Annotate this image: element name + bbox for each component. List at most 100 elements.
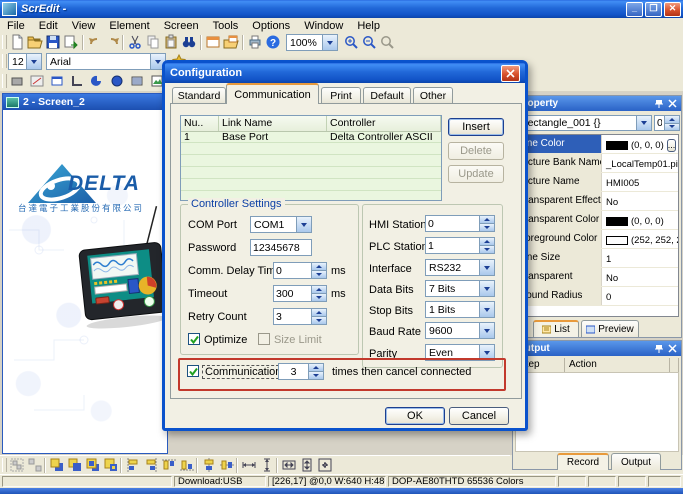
menu-help[interactable]: Help <box>350 20 387 32</box>
spin-down-icon[interactable] <box>312 316 326 324</box>
spin-down-icon[interactable] <box>309 371 323 379</box>
object-index-input[interactable] <box>654 115 664 131</box>
screen-canvas[interactable]: DELTA 台達電子工業股份有限公司 <box>4 110 166 452</box>
spin-up-icon[interactable] <box>480 238 494 245</box>
redo-icon[interactable] <box>104 34 121 50</box>
spin-up-icon[interactable] <box>309 364 323 371</box>
retry-count-input[interactable] <box>273 308 311 325</box>
restore-button[interactable]: ❐ <box>645 2 662 17</box>
window-rect-icon[interactable] <box>48 73 65 89</box>
spin-up-icon[interactable] <box>312 286 326 293</box>
cancel-button[interactable]: Cancel <box>449 407 509 425</box>
output-table-body[interactable] <box>515 372 679 452</box>
print-icon[interactable] <box>246 34 263 50</box>
undo-icon[interactable] <box>86 34 103 50</box>
chevron-down-icon[interactable] <box>636 116 651 130</box>
chevron-down-icon[interactable] <box>26 54 41 69</box>
tab-preview[interactable]: Preview <box>581 320 639 337</box>
polyline-icon[interactable] <box>68 73 85 89</box>
tab-output[interactable]: Output <box>611 453 661 470</box>
property-row-transparent-effect[interactable]: Transparent Effect No <box>516 192 678 211</box>
toolbar-grip[interactable] <box>2 74 7 88</box>
password-field[interactable] <box>250 239 312 256</box>
dialog-close-button[interactable] <box>501 65 520 82</box>
send-to-back-icon[interactable] <box>66 457 83 473</box>
align-top-icon[interactable] <box>160 457 177 473</box>
minimize-button[interactable]: _ <box>626 2 643 17</box>
property-row-round-radius[interactable]: Round Radius 0 <box>516 287 678 306</box>
tab-communication[interactable]: Communication <box>226 83 319 104</box>
select-icon[interactable] <box>8 73 25 89</box>
center-horizontal-icon[interactable] <box>200 457 217 473</box>
property-row-picture-name[interactable]: Picture Name HMI005 <box>516 173 678 192</box>
zoom-level-select[interactable]: 100% <box>286 34 338 51</box>
zoom-out-icon[interactable] <box>360 34 377 50</box>
same-height-icon[interactable] <box>298 457 315 473</box>
pattern-rect-icon[interactable] <box>128 73 145 89</box>
hmi-station-stepper[interactable] <box>425 215 495 232</box>
align-right-icon[interactable] <box>142 457 159 473</box>
same-width-icon[interactable] <box>280 457 297 473</box>
plc-station-stepper[interactable] <box>425 237 495 254</box>
baud-rate-select[interactable]: 9600 <box>425 322 495 339</box>
tab-default[interactable]: Default <box>363 87 411 104</box>
font-size-select[interactable]: 12 <box>8 53 42 70</box>
property-row-picture-bank-name[interactable]: Picture Bank Name _LocalTemp01.pib <box>516 154 678 173</box>
close-icon[interactable] <box>668 344 677 353</box>
hmi-station-input[interactable] <box>425 215 479 232</box>
paste-icon[interactable] <box>162 34 179 50</box>
insert-button[interactable]: Insert <box>448 118 504 136</box>
menu-view[interactable]: View <box>65 20 103 32</box>
space-across-icon[interactable] <box>240 457 257 473</box>
spin-down-icon[interactable] <box>312 293 326 301</box>
chevron-down-icon[interactable] <box>322 35 337 50</box>
property-row-line-color[interactable]: Line Color (0, 0, 0) ... <box>516 135 678 154</box>
bring-to-front-icon[interactable] <box>48 457 65 473</box>
communication-retry-label[interactable]: Communication <box>202 365 284 379</box>
column-controller[interactable]: Controller <box>327 116 441 131</box>
zoom-in-icon[interactable] <box>342 34 359 50</box>
menu-file[interactable]: File <box>0 20 32 32</box>
property-row-line-size[interactable]: Line Size 1 <box>516 249 678 268</box>
timeout-stepper[interactable] <box>273 285 327 302</box>
zoom-fit-icon[interactable] <box>378 34 395 50</box>
document-title-bar[interactable]: 2 - Screen_2 <box>3 94 167 110</box>
optimize-checkbox[interactable] <box>188 333 200 345</box>
spin-down-icon[interactable] <box>480 245 494 253</box>
group-icon[interactable] <box>8 457 25 473</box>
tab-other[interactable]: Other <box>413 87 453 104</box>
property-row-foreground-color[interactable]: Foreground Color (252, 252, 252) <box>516 230 678 249</box>
menu-options[interactable]: Options <box>245 20 297 32</box>
communication-retry-stepper[interactable] <box>278 363 324 380</box>
close-button[interactable]: ✕ <box>664 2 681 17</box>
spin-down-icon[interactable] <box>480 223 494 231</box>
link-table[interactable]: Nu.. Link Name Controller 1 Base Port De… <box>180 115 442 201</box>
save-icon[interactable] <box>44 34 61 50</box>
ellipse-icon[interactable] <box>108 73 125 89</box>
copy-icon[interactable] <box>144 34 161 50</box>
interface-select[interactable]: RS232 <box>425 259 495 276</box>
dialog-title-bar[interactable]: Configuration <box>165 63 525 83</box>
chevron-down-icon[interactable] <box>479 323 494 338</box>
find-icon[interactable] <box>180 34 197 50</box>
spin-up-icon[interactable] <box>312 263 326 270</box>
toolbar-grip[interactable] <box>2 458 7 472</box>
open-icon[interactable] <box>26 34 43 50</box>
color-picker-button[interactable]: ... <box>667 139 677 152</box>
plc-station-input[interactable] <box>425 237 479 254</box>
object-index-stepper[interactable] <box>654 115 680 131</box>
menu-edit[interactable]: Edit <box>32 20 65 32</box>
center-vertical-icon[interactable] <box>218 457 235 473</box>
communication-retry-input[interactable] <box>278 363 308 380</box>
line-icon[interactable] <box>28 73 45 89</box>
ungroup-icon[interactable] <box>26 457 43 473</box>
send-backward-icon[interactable] <box>102 457 119 473</box>
menu-window[interactable]: Window <box>297 20 350 32</box>
tab-record[interactable]: Record <box>557 453 609 470</box>
about-icon[interactable]: ? <box>264 34 281 50</box>
chevron-down-icon[interactable] <box>479 281 494 296</box>
bring-forward-icon[interactable] <box>84 457 101 473</box>
column-number[interactable]: Nu.. <box>181 116 219 131</box>
spin-up-icon[interactable] <box>480 216 494 223</box>
object-selector[interactable]: Rectangle_001 {} <box>516 115 652 131</box>
